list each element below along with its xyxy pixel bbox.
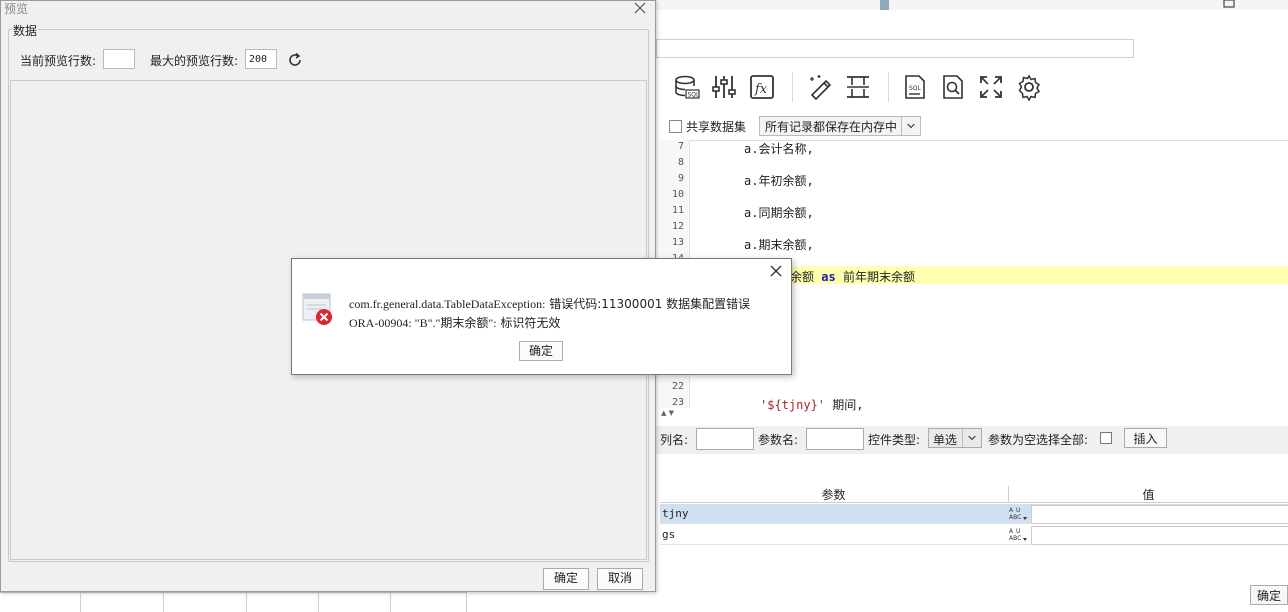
line-number: 7 bbox=[677, 141, 684, 152]
column-header-param: 参数 bbox=[821, 488, 846, 502]
grid-column-line bbox=[163, 593, 164, 612]
spreadsheet-grid[interactable] bbox=[0, 592, 466, 612]
svg-text:U: U bbox=[1016, 507, 1020, 514]
error-code: ORA-00904: "B"."期末余额": bbox=[349, 316, 497, 330]
empty-select-all-label: 参数为空选择全部: bbox=[988, 433, 1089, 447]
error-message-line: com.fr.general.data.TableDataException: … bbox=[349, 295, 750, 312]
error-text: 标识符无效 bbox=[496, 316, 561, 330]
splitter-arrows-icon[interactable]: ▲ ▼ bbox=[661, 409, 674, 417]
refresh-icon[interactable] bbox=[287, 52, 303, 68]
grid-column-line bbox=[246, 593, 247, 612]
dialog-title: 预览 bbox=[4, 2, 29, 16]
close-icon[interactable] bbox=[769, 264, 783, 278]
database-sql-icon[interactable]: SQL bbox=[673, 73, 701, 101]
code-line: a.期末余额, bbox=[744, 238, 814, 252]
share-dataset-checkbox[interactable] bbox=[669, 120, 682, 133]
svg-text:A: A bbox=[1009, 528, 1014, 535]
error-text: 错误代码:11300001 数据集配置错误 bbox=[545, 297, 751, 311]
exception-class: com.fr.general.data.TableDataException: bbox=[349, 297, 546, 311]
toolbar-separator bbox=[888, 72, 889, 102]
close-icon[interactable] bbox=[632, 0, 648, 16]
line-number: 9 bbox=[677, 173, 684, 184]
param-value-input[interactable] bbox=[1031, 505, 1288, 524]
error-message-line: ORA-00904: "B"."期末余额": 标识符无效 bbox=[349, 314, 560, 331]
grid-column-line bbox=[80, 593, 81, 612]
expand-icon[interactable] bbox=[977, 73, 1005, 101]
grid-column-line bbox=[390, 593, 391, 612]
column-name-label: 列名: bbox=[660, 433, 689, 447]
code-line: '${tjny}' 期间, bbox=[760, 396, 864, 413]
param-name-input[interactable] bbox=[806, 428, 864, 450]
code-text: 期间, bbox=[832, 398, 864, 412]
share-dataset-label: 共享数据集 bbox=[686, 120, 747, 134]
max-rows-input[interactable]: 200 bbox=[245, 49, 277, 69]
chevron-down-icon[interactable] bbox=[901, 117, 920, 135]
svg-text:ABC: ABC bbox=[1009, 535, 1021, 542]
restore-window-icon[interactable] bbox=[1217, 0, 1241, 10]
chevron-down-icon[interactable] bbox=[962, 429, 981, 447]
code-string: '${tjny}' bbox=[760, 398, 826, 412]
gear-icon[interactable] bbox=[1015, 73, 1043, 101]
line-number: 13 bbox=[671, 237, 684, 248]
svg-text:SQL: SQL bbox=[688, 92, 701, 99]
line-number: 22 bbox=[671, 381, 684, 392]
param-row-name: tjny bbox=[662, 507, 689, 520]
control-type-value: 单选 bbox=[933, 433, 958, 447]
column-name-input[interactable] bbox=[696, 428, 754, 450]
groupbox-label: 数据 bbox=[12, 22, 39, 39]
preview-cancel-button[interactable]: 取消 bbox=[597, 568, 643, 590]
param-value-input[interactable] bbox=[1031, 526, 1288, 545]
code-text: 前年期末余额 bbox=[842, 270, 915, 284]
svg-text:U: U bbox=[1016, 528, 1020, 535]
formula-icon[interactable]: fx bbox=[748, 73, 776, 101]
abc-type-icon[interactable]: A U ABC bbox=[1008, 526, 1030, 544]
param-name-label: 参数名: bbox=[758, 433, 799, 447]
cache-mode-value: 所有记录都保存在内存中 bbox=[765, 120, 898, 134]
empty-select-all-checkbox[interactable] bbox=[1100, 432, 1112, 444]
svg-text:fx: fx bbox=[754, 82, 768, 97]
editor-toolbar: SQL fx SQL bbox=[656, 66, 1288, 106]
file-search-icon[interactable] bbox=[939, 73, 967, 101]
code-text: 余额 bbox=[790, 270, 815, 284]
preview-ok-button[interactable]: 确定 bbox=[543, 568, 589, 590]
magic-wand-icon[interactable] bbox=[806, 73, 834, 101]
code-line: a.同期余额, bbox=[744, 206, 814, 220]
error-icon bbox=[302, 293, 332, 325]
row-height-icon[interactable] bbox=[844, 73, 872, 101]
dataset-options-row bbox=[656, 114, 1288, 138]
insert-button[interactable]: 插入 bbox=[1124, 428, 1167, 448]
code-line: a.年初余额, bbox=[744, 174, 814, 188]
current-rows-input[interactable] bbox=[103, 49, 135, 69]
param-row-name: gs bbox=[662, 528, 676, 541]
sql-keyword: as bbox=[821, 270, 836, 284]
code-line: a.会计名称, bbox=[744, 142, 814, 156]
line-number: 11 bbox=[671, 205, 684, 216]
code-line-highlighted: 余额 as 前年期末余额 bbox=[790, 268, 915, 285]
grid-column-line bbox=[318, 593, 319, 612]
dataset-name-input[interactable] bbox=[656, 39, 1134, 58]
sql-file-icon[interactable]: SQL bbox=[901, 73, 929, 101]
line-number: 8 bbox=[677, 157, 684, 168]
column-header-value: 值 bbox=[1008, 486, 1288, 503]
control-type-label: 控件类型: bbox=[868, 433, 921, 447]
current-rows-label: 当前预览行数: bbox=[20, 54, 97, 68]
max-rows-label: 最大的预览行数: bbox=[150, 54, 239, 68]
svg-text:ABC: ABC bbox=[1009, 514, 1021, 521]
svg-text:A: A bbox=[1009, 507, 1014, 514]
line-number: 10 bbox=[671, 189, 684, 200]
line-number: 12 bbox=[671, 221, 684, 232]
abc-type-icon[interactable]: A U ABC bbox=[1008, 505, 1030, 523]
editor-ok-button[interactable]: 确定 bbox=[1250, 585, 1288, 605]
toolbar-separator bbox=[792, 72, 793, 102]
sliders-icon[interactable] bbox=[710, 73, 738, 101]
error-ok-button[interactable]: 确定 bbox=[519, 341, 563, 361]
svg-text:SQL: SQL bbox=[909, 85, 922, 92]
line-number: 23 bbox=[671, 397, 684, 408]
